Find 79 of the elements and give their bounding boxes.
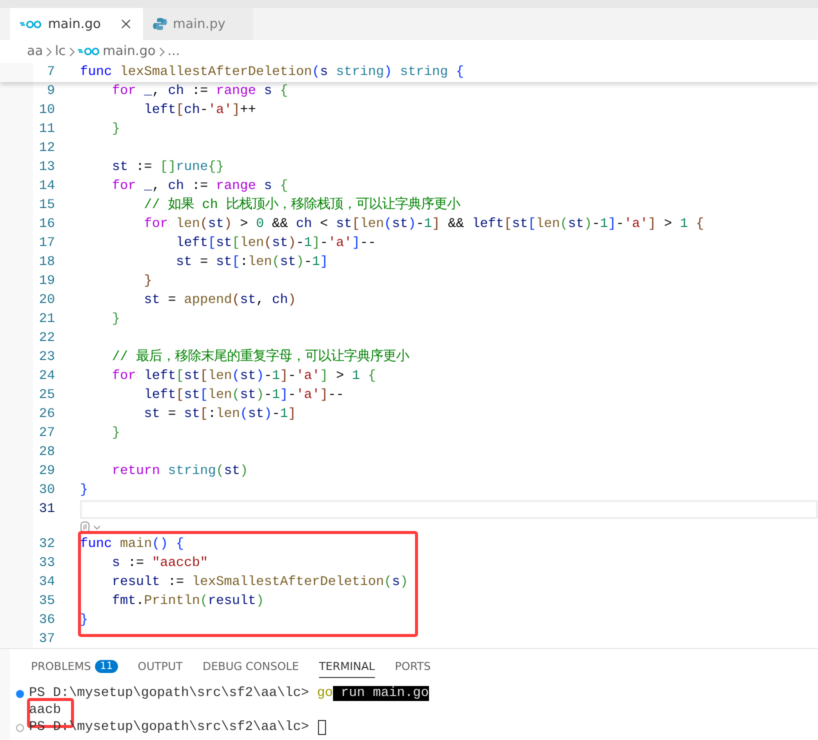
code-line: for _, ch := range s { — [110, 178, 288, 196]
file-type-icon — [152, 17, 167, 31]
code-line: for _, ch := range s { — [110, 83, 288, 101]
code-line: } — [110, 425, 120, 443]
line-number: 12 — [38, 141, 55, 156]
code-line: } — [80, 612, 88, 630]
command-status-dot — [16, 724, 24, 732]
code-line: left[ch-'a']++ — [142, 102, 256, 120]
line-number: 27 — [38, 426, 55, 441]
breadcrumb-item[interactable]: lc — [54, 44, 66, 59]
code-line: func main() { — [80, 536, 184, 554]
code-line: st = st[:len(st)-1] — [174, 254, 328, 272]
code-line: st = append(st, ch) — [142, 292, 296, 310]
line-number: 23 — [38, 350, 55, 365]
panel-tab[interactable]: TERMINAL — [318, 656, 375, 678]
line-number: 26 — [38, 407, 55, 422]
line-number: 21 — [38, 312, 55, 327]
editor-tab[interactable]: main.py — [142, 8, 253, 40]
count-badge: 11 — [95, 660, 118, 673]
line-number: 32 — [38, 537, 55, 552]
code-line: left[st[len(st)-1]-'a']-- — [142, 387, 344, 405]
chevron-right-icon — [68, 46, 75, 56]
panel-tab[interactable]: DEBUG CONSOLE — [202, 656, 299, 678]
line-number: 15 — [38, 198, 55, 213]
file-type-icon — [20, 20, 42, 28]
line-number: 19 — [38, 274, 55, 289]
command-status-dot — [16, 690, 24, 698]
code-line: for left[st[len(st)-1]-'a'] > 1 { — [110, 368, 376, 386]
line-number: 13 — [38, 160, 55, 175]
terminal-line: aacb — [29, 703, 61, 718]
line-number: 28 — [38, 445, 55, 460]
code-line: } — [110, 121, 120, 139]
editor-tab[interactable]: main.go — [10, 8, 143, 40]
file-type-icon — [78, 47, 100, 56]
panel-tab[interactable]: PORTS — [394, 656, 431, 678]
breadcrumb-item[interactable]: main.go — [102, 44, 156, 59]
line-number: 34 — [38, 575, 55, 590]
code-line: fmt.Println(result) — [110, 593, 264, 611]
breadcrumb-item[interactable]: ... — [168, 44, 180, 59]
code-line: result := lexSmallestAfterDeletion(s) — [110, 574, 408, 592]
line-number: 7 — [46, 65, 55, 80]
code-line: func lexSmallestAfterDeletion(s string) string { — [80, 64, 464, 82]
line-number: 33 — [38, 556, 55, 571]
panel-tab[interactable]: PROBLEMS 11 — [31, 656, 118, 678]
close-icon[interactable] — [120, 19, 131, 29]
line-number: 25 — [38, 388, 55, 403]
code-line: for len(st) > 0 && ch < st[len(st)-1] && left[st[len(st)-1]-'a'] > 1 { — [142, 216, 704, 234]
chevron-right-icon — [46, 46, 52, 56]
line-number: 18 — [38, 255, 55, 270]
code-line: } — [142, 273, 152, 291]
line-number: 16 — [38, 217, 55, 232]
line-number: 31 — [38, 502, 55, 517]
line-number: 17 — [38, 236, 55, 251]
chevron-right-icon — [158, 46, 165, 56]
code-line: // 如果 ch 比栈顶小，移除栈顶，可以让字典序更小 — [142, 196, 460, 215]
line-number: 14 — [38, 179, 55, 194]
panel-tab[interactable]: OUTPUT — [138, 656, 183, 678]
code-line: // 最后，移除末尾的重复字母，可以让字典序更小 — [110, 348, 409, 367]
code-line: left[st[len(st)-1]-'a']-- — [174, 235, 376, 253]
code-line: st := []rune{} — [110, 159, 224, 177]
line-number: 37 — [38, 632, 55, 647]
code-line: s := "aaccb" — [110, 555, 208, 573]
breadcrumb-item[interactable]: aa — [27, 44, 43, 59]
line-number: 29 — [38, 464, 55, 479]
line-number: 35 — [38, 594, 55, 609]
code-line: st = st[:len(st)-1] — [142, 406, 296, 424]
line-number: 9 — [46, 84, 55, 99]
line-number: 36 — [38, 613, 55, 628]
code-line: } — [80, 482, 88, 500]
line-number: 30 — [38, 483, 55, 498]
code-line: return string(st) — [110, 463, 248, 481]
code-line: } — [110, 311, 120, 329]
line-number: 24 — [38, 369, 55, 384]
line-number: 11 — [38, 122, 55, 137]
line-number: 10 — [38, 103, 55, 118]
terminal-line: PS D:\mysetup\gopath\src\sf2\aa\lc> go run main.go — [29, 686, 429, 701]
line-number: 20 — [38, 293, 55, 308]
terminal-line: PS D:\mysetup\gopath\src\sf2\aa\lc> — [29, 720, 310, 735]
line-number: 22 — [38, 331, 55, 346]
